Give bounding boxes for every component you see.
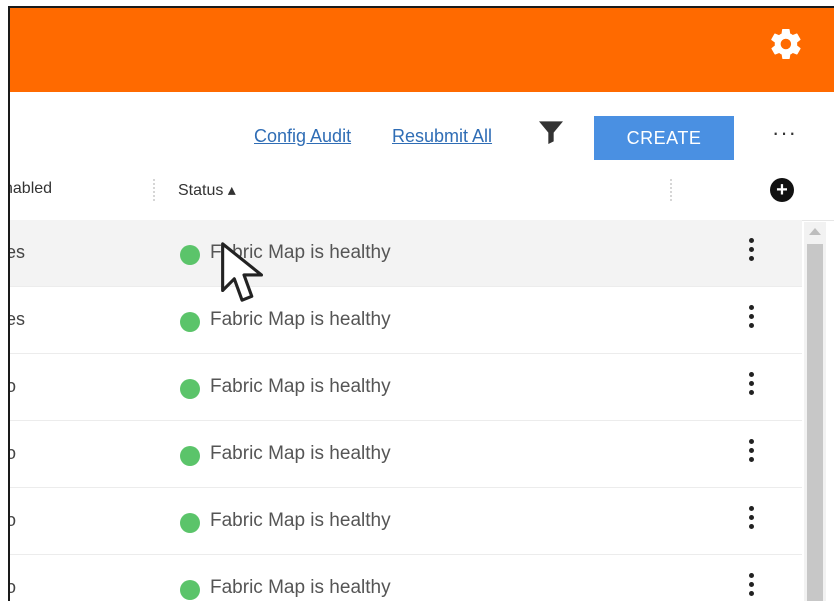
table-body: es Fabric Map is healthy es Fabric Map i… bbox=[10, 220, 802, 601]
settings-gear-icon[interactable] bbox=[768, 26, 804, 62]
table-row[interactable]: es Fabric Map is healthy bbox=[10, 287, 802, 354]
scroll-up-arrow-icon[interactable] bbox=[809, 228, 821, 235]
status-cell: Fabric Map is healthy bbox=[210, 309, 391, 330]
create-button[interactable]: CREATE bbox=[594, 116, 734, 160]
table-row[interactable]: o Fabric Map is healthy bbox=[10, 421, 802, 488]
enabled-cell: es bbox=[10, 309, 26, 329]
filter-icon[interactable] bbox=[535, 116, 567, 148]
status-cell: Fabric Map is healthy bbox=[210, 577, 391, 598]
status-healthy-icon bbox=[180, 312, 200, 332]
status-cell: Fabric Map is healthy bbox=[210, 510, 391, 531]
row-actions-kebab-icon[interactable] bbox=[744, 571, 758, 601]
resubmit-all-link[interactable]: Resubmit All bbox=[392, 126, 492, 147]
table-row[interactable]: o Fabric Map is healthy bbox=[10, 488, 802, 555]
status-healthy-icon bbox=[180, 446, 200, 466]
mouse-pointer-icon bbox=[221, 242, 264, 302]
status-cell: Fabric Map is healthy bbox=[210, 443, 391, 464]
enabled-cell: es bbox=[10, 242, 26, 262]
status-healthy-icon bbox=[180, 580, 200, 600]
row-actions-kebab-icon[interactable] bbox=[744, 303, 758, 333]
row-actions-kebab-icon[interactable] bbox=[744, 437, 758, 467]
status-cell: Fabric Map is healthy bbox=[210, 376, 391, 397]
table-header: nabled Status ▴ + bbox=[10, 162, 834, 221]
config-audit-link[interactable]: Config Audit bbox=[254, 126, 351, 147]
app-frame: Config Audit Resubmit All CREATE ··· nab… bbox=[8, 6, 834, 601]
enabled-cell: o bbox=[10, 443, 16, 464]
status-healthy-icon bbox=[180, 245, 200, 265]
row-actions-kebab-icon[interactable] bbox=[744, 236, 758, 266]
add-column-icon[interactable]: + bbox=[770, 178, 794, 202]
column-separator[interactable] bbox=[153, 179, 156, 201]
enabled-column-header[interactable]: nabled bbox=[10, 180, 52, 198]
more-options-icon[interactable]: ··· bbox=[772, 120, 797, 146]
status-column-header[interactable]: Status ▴ bbox=[178, 180, 236, 200]
table-row[interactable]: o Fabric Map is healthy bbox=[10, 354, 802, 421]
row-actions-kebab-icon[interactable] bbox=[744, 504, 758, 534]
vertical-scrollbar[interactable] bbox=[804, 222, 826, 601]
status-healthy-icon bbox=[180, 379, 200, 399]
row-actions-kebab-icon[interactable] bbox=[744, 370, 758, 400]
enabled-cell: o bbox=[10, 510, 16, 531]
top-bar bbox=[10, 8, 834, 92]
enabled-cell: o bbox=[10, 577, 16, 598]
enabled-cell: o bbox=[10, 376, 16, 397]
toolbar: Config Audit Resubmit All CREATE ··· bbox=[10, 92, 834, 162]
column-separator[interactable] bbox=[670, 179, 673, 201]
table-row[interactable]: o Fabric Map is healthy bbox=[10, 555, 802, 601]
scrollbar-thumb[interactable] bbox=[807, 244, 823, 601]
status-healthy-icon bbox=[180, 513, 200, 533]
table-row[interactable]: es Fabric Map is healthy bbox=[10, 220, 802, 287]
